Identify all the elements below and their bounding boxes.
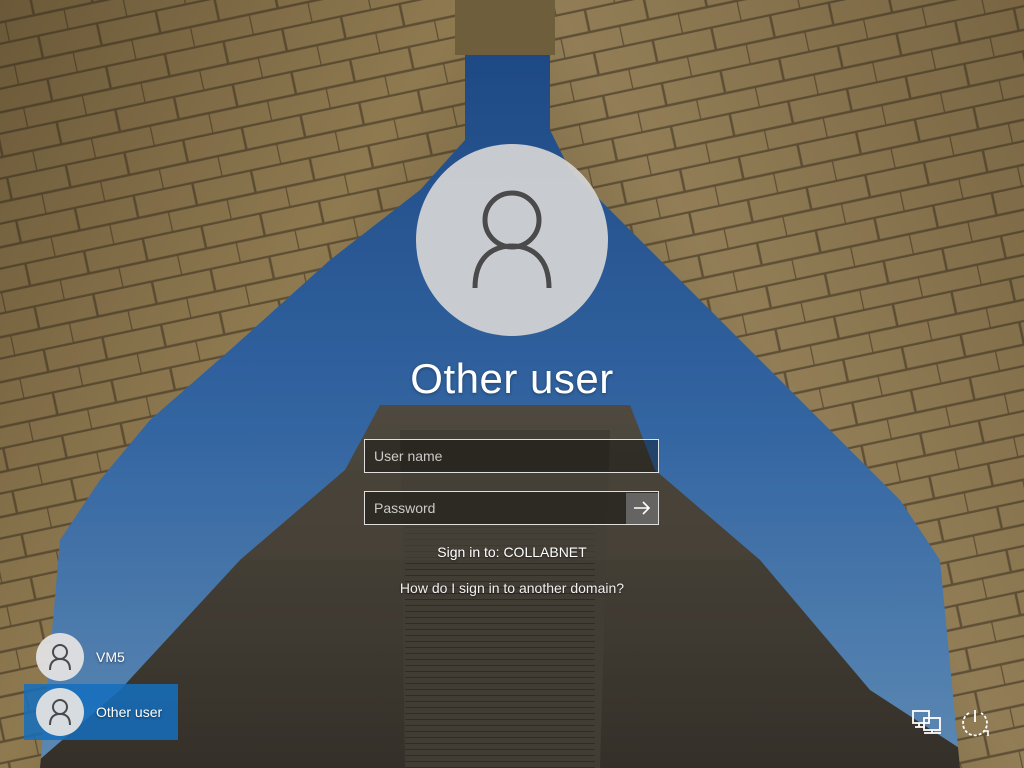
- power-icon: [962, 710, 989, 737]
- signin-domain-text: Sign in to: COLLABNET: [437, 544, 587, 560]
- user-icon: [472, 190, 552, 289]
- user-icon: [49, 644, 71, 671]
- username-input[interactable]: [364, 439, 659, 473]
- user-tile-label: VM5: [96, 649, 125, 665]
- user-tile-other-user[interactable]: Other user: [24, 684, 178, 740]
- user-tile-vm5[interactable]: VM5: [24, 629, 178, 685]
- user-icon: [49, 699, 71, 726]
- arrow-right-icon: [633, 501, 650, 515]
- domain-help-link[interactable]: How do I sign in to another domain?: [312, 580, 712, 596]
- password-input[interactable]: [364, 491, 659, 525]
- submit-button[interactable]: [626, 492, 658, 524]
- avatar: [36, 688, 84, 736]
- network-icon: [912, 710, 941, 734]
- avatar: [36, 633, 84, 681]
- power-button[interactable]: [958, 706, 992, 740]
- user-tile-label: Other user: [96, 704, 163, 720]
- account-name: Other user: [410, 355, 614, 402]
- network-button[interactable]: [910, 706, 944, 740]
- lock-screen: Other user Sign in to: COLLABNET How do …: [0, 0, 1024, 768]
- user-avatar-large: [416, 144, 608, 336]
